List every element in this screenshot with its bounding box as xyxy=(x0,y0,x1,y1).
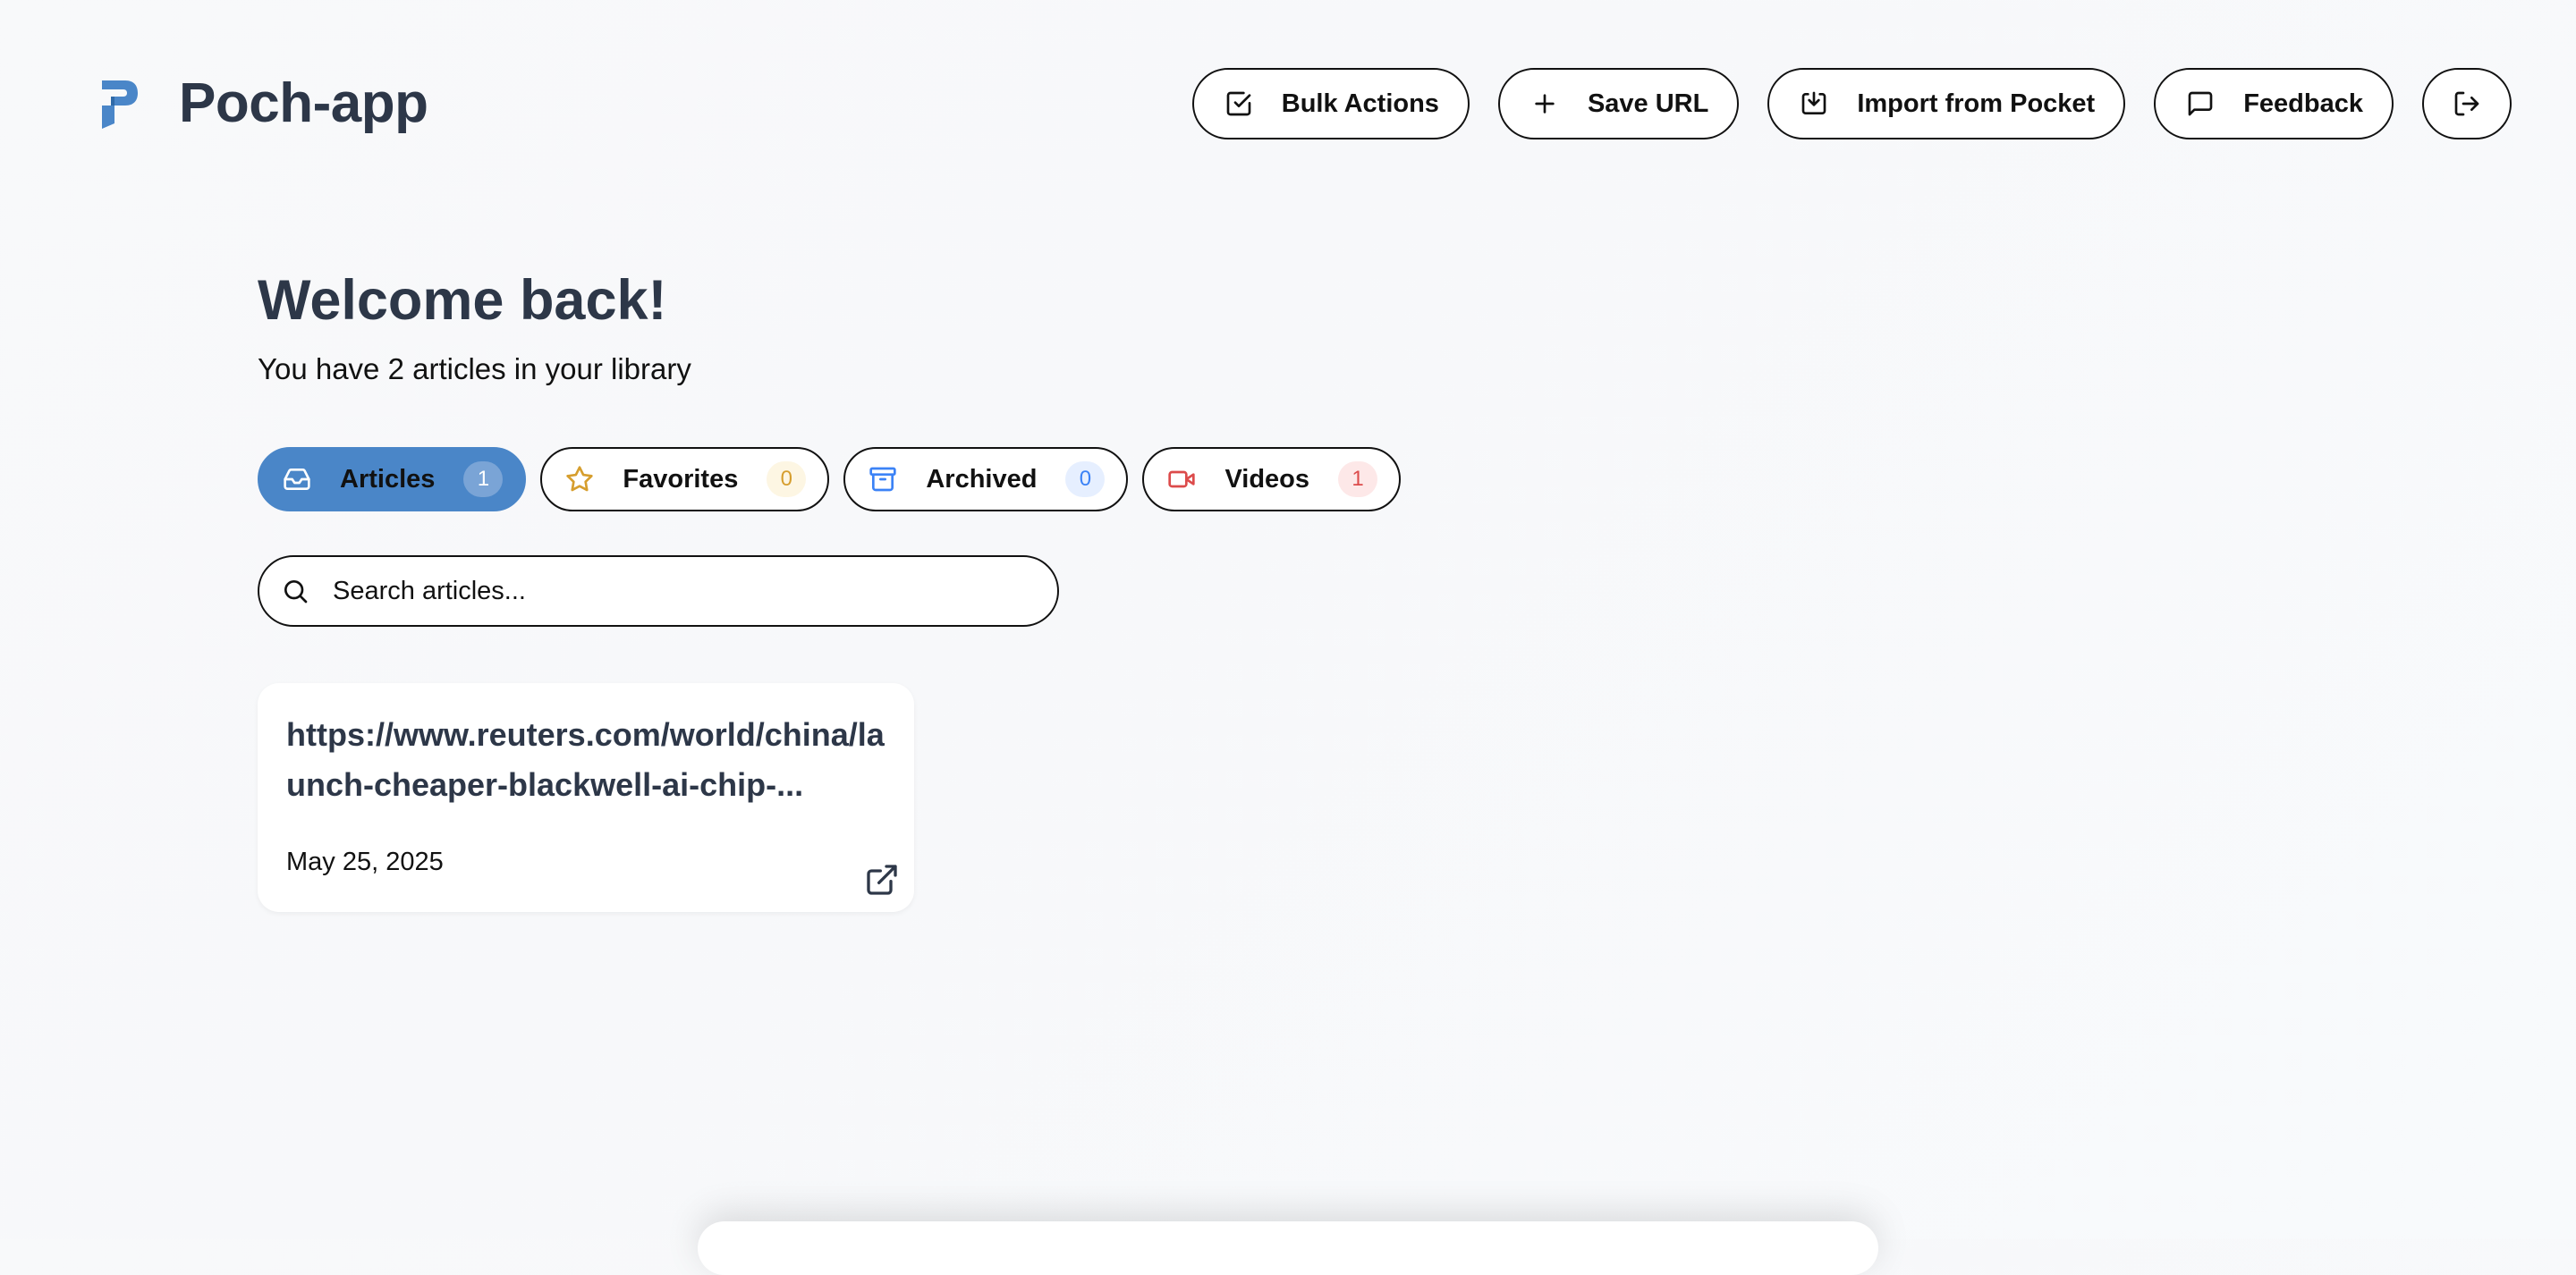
download-icon xyxy=(1801,91,1826,114)
search-input[interactable] xyxy=(331,575,1032,607)
archive-icon xyxy=(869,467,897,492)
bulk-actions-label: Bulk Actions xyxy=(1281,89,1439,118)
tab-articles[interactable]: Articles 1 xyxy=(258,447,527,511)
video-icon xyxy=(1168,470,1196,488)
tab-archived-count: 0 xyxy=(1065,461,1106,497)
logout-icon xyxy=(2454,91,2479,116)
tab-favorites[interactable]: Favorites 0 xyxy=(540,447,830,511)
bottom-floating-bar xyxy=(698,1221,1878,1275)
save-url-label: Save URL xyxy=(1587,89,1709,118)
tab-videos-count: 1 xyxy=(1338,461,1378,497)
checkbox-icon xyxy=(1226,91,1251,116)
tab-archived[interactable]: Archived 0 xyxy=(843,447,1129,511)
brand[interactable]: Poch-app xyxy=(98,70,428,138)
article-title[interactable]: https://www.reuters.com/world/china/laun… xyxy=(286,710,886,810)
logout-button[interactable] xyxy=(2422,68,2512,139)
plus-icon xyxy=(1535,94,1555,114)
bulk-actions-button[interactable]: Bulk Actions xyxy=(1191,68,1470,139)
header-actions: Bulk Actions Save URL Import from Pocket… xyxy=(1191,68,2512,139)
tab-favorites-label: Favorites xyxy=(623,464,739,494)
tab-videos[interactable]: Videos 1 xyxy=(1142,447,1402,511)
article-date: May 25, 2025 xyxy=(286,848,444,876)
poch-logo-icon xyxy=(102,80,138,129)
tab-videos-label: Videos xyxy=(1224,464,1310,494)
article-card[interactable]: https://www.reuters.com/world/china/laun… xyxy=(258,683,914,912)
tab-archived-label: Archived xyxy=(926,464,1038,494)
tab-articles-label: Articles xyxy=(340,464,436,494)
library-summary: You have 2 articles in your library xyxy=(258,352,691,385)
inbox-icon xyxy=(284,469,310,490)
welcome-heading: Welcome back! xyxy=(258,269,667,332)
import-pocket-button[interactable]: Import from Pocket xyxy=(1767,68,2126,139)
save-url-button[interactable]: Save URL xyxy=(1497,68,1740,139)
tab-articles-count: 1 xyxy=(463,461,504,497)
search-icon xyxy=(284,580,308,604)
app-title: Poch-app xyxy=(179,72,428,134)
feedback-button[interactable]: Feedback xyxy=(2154,68,2394,139)
feedback-label: Feedback xyxy=(2243,89,2363,118)
message-icon xyxy=(2188,91,2213,116)
import-pocket-label: Import from Pocket xyxy=(1857,89,2096,118)
tab-favorites-count: 0 xyxy=(767,461,807,497)
external-link-icon[interactable] xyxy=(864,862,900,898)
app-header: Poch-app Bulk Actions Save URL Import fr… xyxy=(0,0,2576,206)
star-icon xyxy=(566,466,594,492)
search-box xyxy=(258,555,1059,627)
filter-tabs: Articles 1 Favorites 0 Archived 0 Videos… xyxy=(258,447,1402,511)
